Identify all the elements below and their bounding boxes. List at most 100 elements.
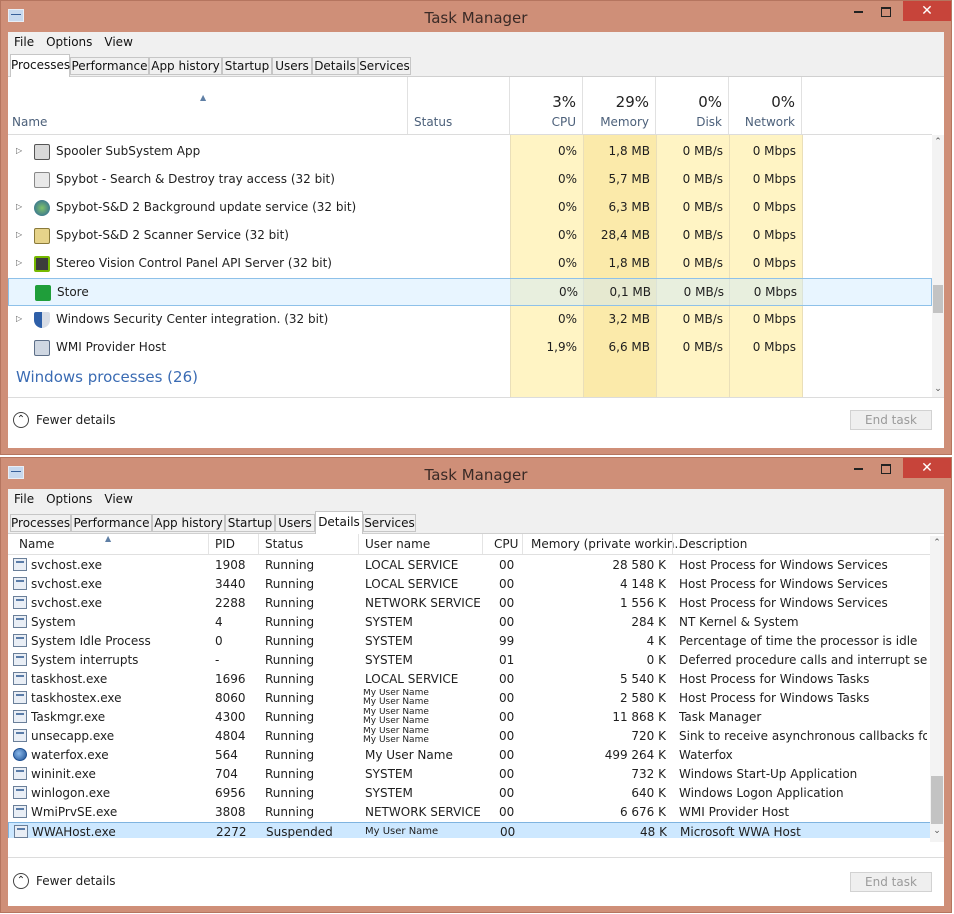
column-divider[interactable] [482,534,483,554]
maximize-button[interactable] [873,458,899,478]
close-button[interactable]: ✕ [903,458,951,478]
column-divider[interactable] [358,534,359,554]
title-bar[interactable]: Task Manager ✕ [1,1,951,32]
column-divider[interactable] [672,534,673,554]
scroll-up-icon[interactable]: ⌃ [932,137,944,151]
cell-name: WWAHost.exe [32,825,116,838]
scrollbar-thumb[interactable] [931,776,943,824]
process-row[interactable]: ▷ Spybot-S&D 2 Scanner Service (32 bit) 0%… [8,222,932,250]
column-cpu[interactable]: 3% CPU [510,77,583,134]
group-heading-windows-processes[interactable]: Windows processes (26) [16,368,198,386]
table-row[interactable]: System Idle Process 0 Running SYSTEM 99 4 K Pe… [8,632,932,651]
scroll-down-icon[interactable]: ⌄ [930,826,944,840]
tab-services[interactable]: Services [363,514,416,532]
table-row[interactable]: Taskmgr.exe 4300 Running My User Name My Use… [8,708,932,727]
table-row[interactable]: System 4 Running SYSTEM 00 284 K NT Kernel & S… [8,613,932,632]
expand-arrow-icon[interactable]: ▷ [16,146,22,155]
column-name[interactable]: Name [12,115,47,129]
column-divider[interactable] [258,534,259,554]
menu-view[interactable]: View [98,32,138,49]
column-network[interactable]: 0% Network [729,77,802,134]
process-row[interactable]: Store 0% 0,1 MB 0 MB/s 0 Mbps [8,278,932,306]
process-cpu: 0% [558,285,578,299]
table-row[interactable]: wininit.exe 704 Running SYSTEM 00 732 K Window… [8,765,932,784]
scroll-down-icon[interactable]: ⌄ [932,384,944,398]
vertical-scrollbar[interactable]: ⌃ ⌄ [930,536,944,842]
fewer-details-button[interactable]: ⌃ Fewer details [13,412,116,428]
column-user-name[interactable]: User name [365,537,430,551]
end-task-button[interactable]: End task [850,872,932,892]
table-row[interactable]: waterfox.exe 564 Running My User Name 00 499 … [8,746,932,765]
process-row[interactable]: ▷ Spybot-S&D 2 Background update service … [8,194,932,222]
expand-arrow-icon[interactable]: ▷ [16,230,22,239]
cell-description: Host Process for Windows Tasks [679,672,870,686]
column-name[interactable]: Name [19,537,54,551]
table-row[interactable]: unsecapp.exe 4804 Running My User Name My Us… [8,727,932,746]
table-row[interactable]: svchost.exe 2288 Running NETWORK SERVICE 00 1… [8,594,932,613]
tab-startup[interactable]: Startup [225,514,275,532]
close-icon: ✕ [921,460,933,476]
cell-user-name: NETWORK SERVICE [365,596,480,610]
table-row[interactable]: WWAHost.exe 2272 Suspended My User Name 00 48… [8,822,932,838]
column-cpu[interactable]: CPU [494,537,518,551]
process-row[interactable]: WMI Provider Host 1,9% 6,6 MB 0 MB/s 0 Mbps [8,334,932,362]
process-row[interactable]: ▷ Windows Security Center integration. (3… [8,306,932,334]
scrollbar-thumb[interactable] [933,285,943,313]
minimize-button[interactable] [845,458,871,478]
table-row[interactable]: svchost.exe 1908 Running LOCAL SERVICE 00 28 … [8,556,932,575]
expand-arrow-icon[interactable]: ▷ [16,202,22,211]
tab-startup[interactable]: Startup [222,57,272,75]
column-status[interactable]: Status [265,537,303,551]
menu-file[interactable]: File [8,489,40,506]
table-row[interactable]: taskhostex.exe 8060 Running My User Name My … [8,689,932,708]
column-memory[interactable]: Memory (private workin... [531,537,686,551]
tab-performance[interactable]: Performance [70,57,149,75]
vertical-scrollbar[interactable]: ⌃ ⌄ [932,135,944,400]
title-bar[interactable]: Task Manager ✕ [1,458,951,489]
menu-file[interactable]: File [8,32,40,49]
expand-arrow-icon[interactable]: ▷ [16,314,22,323]
cell-pid: 1696 [215,672,246,686]
menu-options[interactable]: Options [40,32,98,49]
tab-app-history[interactable]: App history [149,57,222,75]
tab-details[interactable]: Details [315,511,363,534]
column-description[interactable]: Description [679,537,747,551]
menu-options[interactable]: Options [40,489,98,506]
process-row[interactable]: Spybot - Search & Destroy tray access (3… [8,166,932,194]
menu-view[interactable]: View [98,489,138,506]
column-pid[interactable]: PID [215,537,235,551]
cell-status: Running [265,805,315,819]
tab-users[interactable]: Users [275,514,315,532]
tab-services[interactable]: Services [358,57,411,75]
process-row[interactable]: ▷ Spooler SubSystem App 0% 1,8 MB 0 MB/s 0 Mb… [8,138,932,166]
table-row[interactable]: System interrupts - Running SYSTEM 01 0 K Defe… [8,651,932,670]
table-row[interactable]: svchost.exe 3440 Running LOCAL SERVICE 00 4 1… [8,575,932,594]
table-row[interactable]: winlogon.exe 6956 Running SYSTEM 00 640 K Wind… [8,784,932,803]
task-manager-window-processes: Task Manager ✕ File Options View Processes… [0,0,952,455]
cell-user-name: My User Name [365,826,439,837]
minimize-button[interactable] [845,1,871,21]
tab-performance[interactable]: Performance [71,514,152,532]
table-row[interactable]: taskhost.exe 1696 Running LOCAL SERVICE 00 5 … [8,670,932,689]
tab-processes[interactable]: Processes [10,514,71,532]
end-task-button[interactable]: End task [850,410,932,430]
tab-processes[interactable]: Processes [10,54,70,77]
column-divider[interactable] [208,534,209,554]
column-disk[interactable]: 0% Disk [656,77,729,134]
close-button[interactable]: ✕ [903,1,951,21]
scroll-up-icon[interactable]: ⌃ [930,538,944,552]
minimize-icon [853,467,863,470]
tab-users[interactable]: Users [272,57,312,75]
cpu-total: 3% [552,93,576,111]
tab-details[interactable]: Details [312,57,358,75]
column-memory[interactable]: 29% Memory [583,77,656,134]
process-row[interactable]: ▷ Stereo Vision Control Panel API Server … [8,250,932,278]
column-divider[interactable] [522,534,523,554]
table-row[interactable]: WmiPrvSE.exe 3808 Running NETWORK SERVICE 00… [8,803,932,822]
expand-arrow-icon[interactable]: ▷ [16,258,22,267]
maximize-button[interactable] [873,1,899,21]
fewer-details-button[interactable]: ⌃ Fewer details [13,873,116,889]
tab-app-history[interactable]: App history [152,514,225,532]
nvidia-icon [34,256,50,272]
column-status[interactable]: Status [407,77,510,134]
